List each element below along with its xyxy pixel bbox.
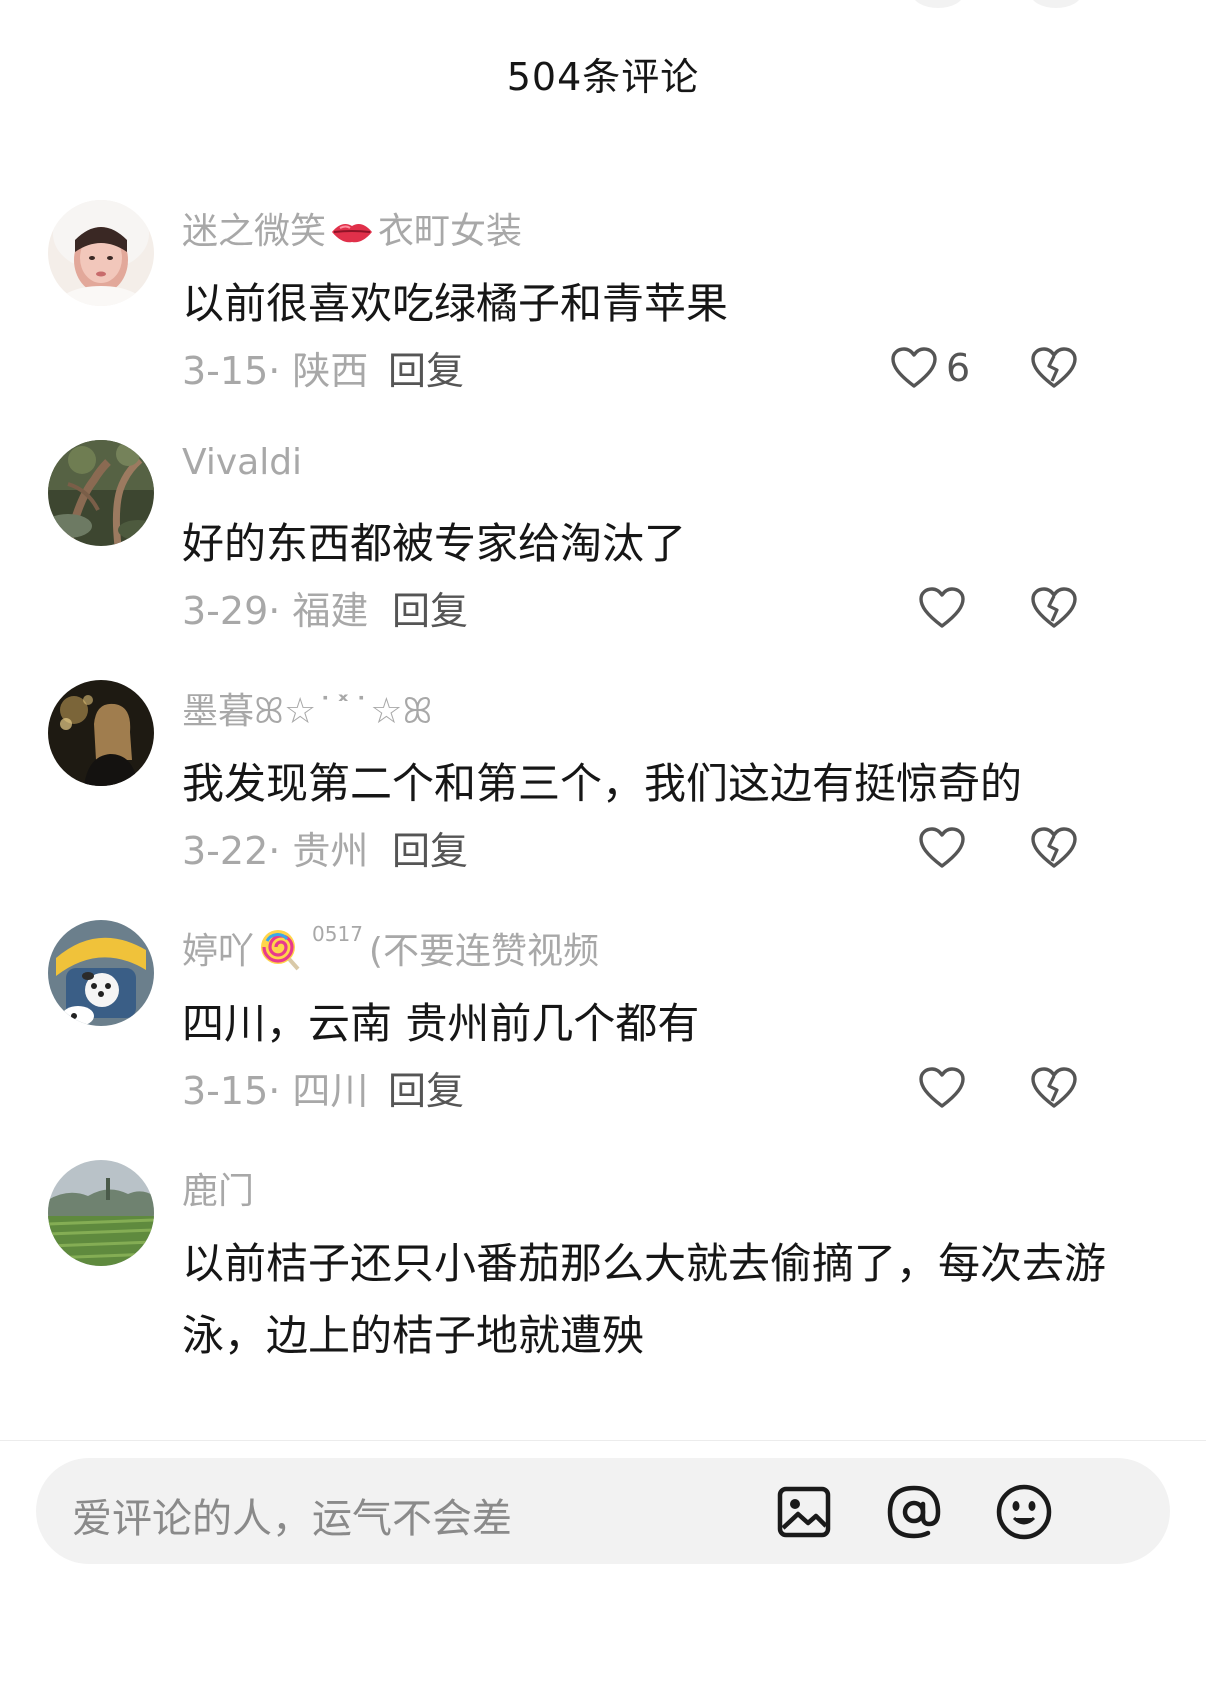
comment-meta: 3-29· 福建 回复 (182, 580, 1182, 636)
avatar[interactable] (48, 920, 154, 1026)
reply-button[interactable]: 回复 (392, 820, 468, 875)
comment-text: 以前桔子还只小番茄那么大就去偷摘了，每次去游泳，边上的桔子地就遭殃 (182, 1239, 1107, 1360)
avatar[interactable] (48, 680, 154, 786)
comment-location: 四川 (292, 1069, 369, 1113)
comment-meta: 3-22· 贵州 回复 (182, 820, 1182, 876)
lips-emoji (330, 213, 374, 254)
top-decoration (0, 0, 1206, 8)
heart-icon (919, 827, 965, 868)
avatar[interactable] (48, 200, 154, 306)
comment-date-location: 3-29· 福建 (182, 589, 369, 633)
avatar-image (48, 440, 154, 546)
comment-text: 我发现第二个和第三个，我们这边有挺惊奇的 (182, 759, 1023, 808)
reply-button[interactable]: 回复 (392, 580, 468, 635)
username-text: 墨暮ꕤ☆˙˟˙☆ꕤ (182, 691, 433, 732)
username-text: Vivaldi (182, 442, 303, 483)
reply-button[interactable]: 回复 (388, 1060, 464, 1115)
broken-heart-icon (1031, 827, 1077, 868)
avatar-image (48, 1160, 154, 1266)
lollipop-emoji (258, 927, 302, 980)
avatar[interactable] (48, 1160, 154, 1266)
username[interactable]: 墨暮ꕤ☆˙˟˙☆ꕤ (182, 682, 432, 734)
comment-date-location: 3-22· 贵州 (182, 829, 369, 873)
input-divider (0, 1440, 1206, 1441)
username-text-suffix: 衣町女装 (378, 211, 523, 252)
avatar-image (48, 920, 154, 1026)
comment-item: Vivaldi 好的东西都被专家给淘汰了 3-29· 福建 回复 (0, 440, 1206, 670)
dislike-button[interactable] (1030, 340, 1078, 396)
comment-text: 以前很喜欢吃绿橘子和青苹果 (182, 279, 729, 328)
comment-date: 3-22 (182, 829, 269, 873)
comments-title: 504条评论 (506, 55, 700, 99)
avatar[interactable] (48, 440, 154, 546)
username[interactable]: 鹿门 (182, 1162, 254, 1214)
comment-item: 墨暮ꕤ☆˙˟˙☆ꕤ 我发现第二个和第三个，我们这边有挺惊奇的 3-22· 贵州 … (0, 680, 1206, 910)
username[interactable]: 迷之微笑 衣町女装 (182, 202, 522, 254)
comment-item: 迷之微笑 衣町女装 以前很喜欢吃绿橘子和青苹果 3-15· 陕西 回复 6 (0, 200, 1206, 430)
heart-icon (919, 1067, 965, 1108)
comment-item: 婷吖 0517 (不要连赞视频 四川，云南 贵州前几个都有 3-15· 四川 回复 (0, 920, 1206, 1150)
at-icon (887, 1485, 941, 1539)
comment-input[interactable]: 爱评论的人，运气不会差 (36, 1458, 1170, 1564)
username[interactable]: 婷吖 0517 (不要连赞视频 (182, 922, 599, 980)
avatar-image (48, 200, 154, 306)
username-text: 婷吖 (182, 931, 255, 972)
emoji-button[interactable] (994, 1482, 1054, 1542)
like-button[interactable]: 6 (890, 340, 970, 396)
broken-heart-icon (1031, 587, 1077, 628)
username[interactable]: Vivaldi (182, 442, 302, 483)
heart-icon (891, 347, 937, 388)
like-button[interactable] (918, 580, 974, 636)
comment-date: 3-15 (182, 349, 269, 393)
username-text: 鹿门 (182, 1171, 255, 1212)
comment-location: 福建 (292, 589, 369, 633)
username-text: 迷之微笑 (182, 211, 327, 252)
comment-input-placeholder: 爱评论的人，运气不会差 (72, 1496, 512, 1542)
avatar-image (48, 680, 154, 786)
comment-text: 四川，云南 贵州前几个都有 (182, 999, 700, 1048)
top-bump-right (1030, 0, 1082, 8)
comment-text: 好的东西都被专家给淘汰了 (182, 519, 687, 568)
broken-heart-icon (1031, 347, 1077, 388)
comment-date-location: 3-15· 陕西 (182, 349, 369, 393)
comment-item: 鹿门 以前桔子还只小番茄那么大就去偷摘了，每次去游泳，边上的桔子地就遭殃 (0, 1160, 1206, 1440)
comment-meta: 3-15· 四川 回复 (182, 1060, 1182, 1116)
comment-date: 3-29 (182, 589, 269, 633)
top-bump-left (912, 0, 964, 8)
username-text-suffix: (不要连赞视频 (368, 931, 599, 972)
dislike-button[interactable] (1030, 580, 1078, 636)
image-icon (777, 1486, 831, 1538)
dislike-button[interactable] (1030, 1060, 1078, 1116)
username-tag: 0517 (312, 922, 363, 946)
comment-date: 3-15 (182, 1069, 269, 1113)
image-button[interactable] (774, 1482, 834, 1542)
heart-icon (919, 587, 965, 628)
comment-date-location: 3-15· 四川 (182, 1069, 369, 1113)
reply-button[interactable]: 回复 (388, 340, 464, 395)
mention-button[interactable] (884, 1482, 944, 1542)
emoji-icon (996, 1484, 1052, 1540)
dislike-button[interactable] (1030, 820, 1078, 876)
like-button[interactable] (918, 1060, 974, 1116)
like-count: 6 (946, 346, 971, 390)
comment-meta: 3-15· 陕西 回复 6 (182, 340, 1182, 396)
broken-heart-icon (1031, 1067, 1077, 1108)
comment-location: 贵州 (292, 829, 369, 873)
comment-location: 陕西 (292, 349, 369, 393)
like-button[interactable] (918, 820, 974, 876)
